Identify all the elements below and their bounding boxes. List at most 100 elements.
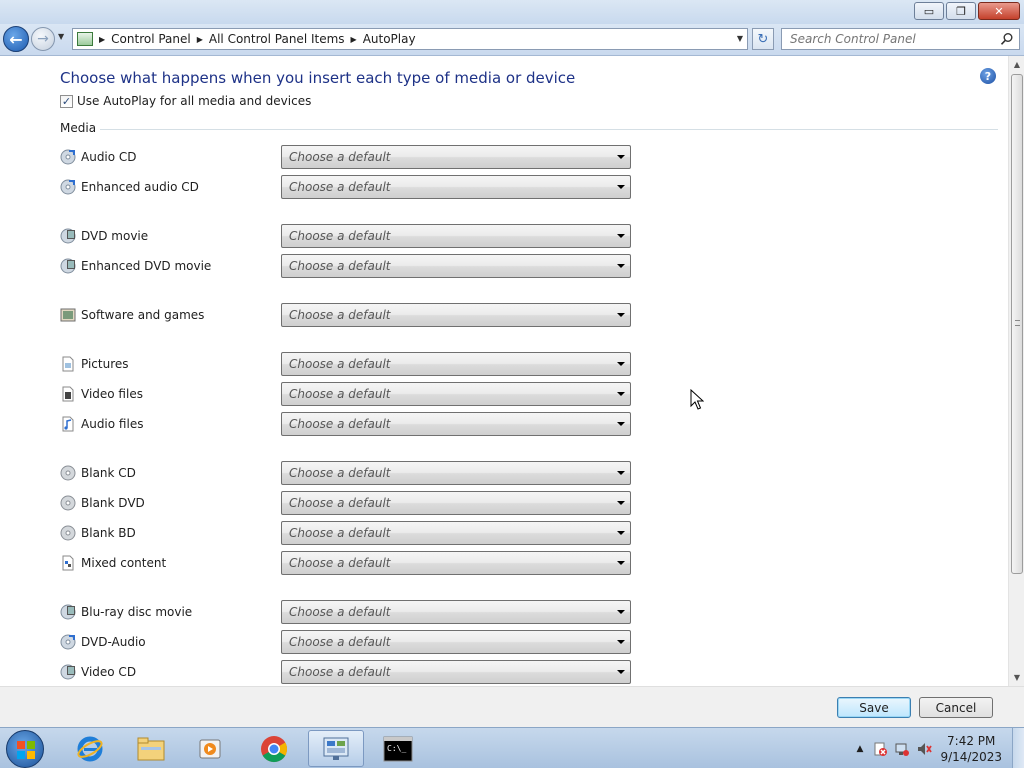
- dvd-audio-icon: [60, 634, 76, 650]
- network-icon[interactable]: [894, 741, 910, 757]
- chevron-right-icon[interactable]: ▶: [197, 35, 203, 44]
- use-autoplay-checkbox[interactable]: ✓: [60, 94, 73, 108]
- media-label: Video files: [81, 387, 143, 401]
- blank-bd-dropdown[interactable]: Choose a default: [281, 521, 631, 545]
- clock[interactable]: 7:42 PM 9/14/2023: [940, 733, 1002, 765]
- media-label: Blank DVD: [81, 496, 145, 510]
- address-dropdown-icon[interactable]: ▼: [737, 34, 743, 43]
- software-games-dropdown[interactable]: Choose a default: [281, 303, 631, 327]
- blank-cd-dropdown[interactable]: Choose a default: [281, 461, 631, 485]
- enhanced-dvd-movie-dropdown[interactable]: Choose a default: [281, 254, 631, 278]
- minimize-button[interactable]: ▭: [914, 2, 944, 20]
- media-label: Audio CD: [81, 150, 137, 164]
- media-label: Blu-ray disc movie: [81, 605, 193, 619]
- video-cd-dropdown[interactable]: Choose a default: [281, 660, 631, 684]
- pictures-dropdown[interactable]: Choose a default: [281, 352, 631, 376]
- mixed-content-icon: [60, 555, 76, 571]
- blank-dvd-dropdown[interactable]: Choose a default: [281, 491, 631, 515]
- chevron-right-icon[interactable]: ▶: [351, 35, 357, 44]
- audio-files-dropdown[interactable]: Choose a default: [281, 412, 631, 436]
- recent-pages-button[interactable]: ▼: [58, 32, 64, 41]
- taskbar-internet-explorer[interactable]: [62, 730, 118, 767]
- forward-button[interactable]: →: [31, 27, 55, 51]
- media-player-icon: [199, 739, 221, 758]
- group-divider: [100, 129, 998, 130]
- media-row-enhanced-dvd-movie: Enhanced DVD movie: [60, 254, 281, 278]
- file-explorer-icon: [137, 737, 165, 760]
- breadcrumb-autoplay[interactable]: AutoPlay: [363, 32, 416, 46]
- chevron-down-icon: [617, 561, 625, 565]
- back-button[interactable]: ←: [3, 26, 29, 52]
- refresh-button[interactable]: ↻: [752, 28, 774, 50]
- dialog-footer: Save Cancel: [0, 686, 1024, 727]
- bluray-movie-icon: [60, 604, 76, 620]
- breadcrumb-control-panel[interactable]: Control Panel: [111, 32, 191, 46]
- use-autoplay-label: Use AutoPlay for all media and devices: [77, 94, 312, 108]
- internet-explorer-icon: [77, 736, 103, 761]
- dvd-audio-dropdown[interactable]: Choose a default: [281, 630, 631, 654]
- video-files-dropdown[interactable]: Choose a default: [281, 382, 631, 406]
- command-prompt-icon: C:\_: [383, 736, 413, 761]
- search-box[interactable]: [781, 28, 1020, 50]
- dropdown-value: Choose a default: [289, 605, 391, 619]
- media-label: Enhanced audio CD: [81, 180, 199, 194]
- audio-cd-dropdown[interactable]: Choose a default: [281, 145, 631, 169]
- breadcrumb-all-items[interactable]: All Control Panel Items: [209, 32, 345, 46]
- media-row-pictures: Pictures: [60, 352, 281, 376]
- cancel-button[interactable]: Cancel: [919, 697, 993, 718]
- dropdown-value: Choose a default: [289, 180, 391, 194]
- media-row-video-cd: Video CD: [60, 660, 281, 684]
- scroll-up-icon[interactable]: ▲: [1009, 56, 1024, 73]
- scrollbar-thumb[interactable]: [1011, 74, 1023, 574]
- media-row-blank-cd: Blank CD: [60, 461, 281, 485]
- close-button[interactable]: ✕: [978, 2, 1020, 20]
- media-row-dvd-movie: DVD movie: [60, 224, 281, 248]
- media-row-software-games: Software and games: [60, 303, 281, 327]
- help-icon[interactable]: ?: [980, 68, 996, 84]
- action-center-icon[interactable]: [872, 741, 888, 757]
- scroll-down-icon[interactable]: ▼: [1009, 669, 1024, 686]
- enhanced-audio-cd-dropdown[interactable]: Choose a default: [281, 175, 631, 199]
- search-input[interactable]: [782, 32, 992, 46]
- use-autoplay-option[interactable]: ✓ Use AutoPlay for all media and devices: [60, 94, 311, 108]
- media-row-mixed-content: Mixed content: [60, 551, 281, 575]
- media-label: Video CD: [81, 665, 137, 679]
- dropdown-value: Choose a default: [289, 308, 391, 322]
- media-label: Mixed content: [81, 556, 167, 570]
- blank-bd-icon: [60, 525, 76, 541]
- page-title: Choose what happens when you insert each…: [60, 69, 576, 87]
- restore-button[interactable]: ❐: [946, 2, 976, 20]
- taskbar-chrome[interactable]: [246, 730, 302, 767]
- volume-muted-icon[interactable]: [916, 741, 932, 757]
- pictures-icon: [60, 356, 76, 372]
- mixed-content-dropdown[interactable]: Choose a default: [281, 551, 631, 575]
- dropdown-value: Choose a default: [289, 635, 391, 649]
- chevron-down-icon: [617, 185, 625, 189]
- show-hidden-icons-icon[interactable]: ▲: [852, 741, 868, 757]
- chevron-down-icon: [617, 501, 625, 505]
- audio-cd-icon: [60, 149, 76, 165]
- media-label: DVD movie: [81, 229, 149, 243]
- blank-dvd-icon: [60, 495, 76, 511]
- taskbar-command-prompt[interactable]: C:\_: [370, 730, 426, 767]
- save-button[interactable]: Save: [837, 697, 911, 718]
- taskbar-media-player[interactable]: [182, 730, 238, 767]
- dvd-movie-dropdown[interactable]: Choose a default: [281, 224, 631, 248]
- dropdown-value: Choose a default: [289, 466, 391, 480]
- system-tray: ▲ 7:42 PM 9/14/2023: [844, 728, 1024, 768]
- search-icon[interactable]: [1000, 32, 1014, 46]
- show-desktop-button[interactable]: [1012, 728, 1024, 768]
- vertical-scrollbar[interactable]: ▲ ▼: [1008, 56, 1024, 686]
- chevron-right-icon[interactable]: ▶: [99, 35, 105, 44]
- start-button[interactable]: [6, 730, 44, 768]
- control-panel-icon: [323, 737, 349, 760]
- dropdown-value: Choose a default: [289, 259, 391, 273]
- dropdown-value: Choose a default: [289, 496, 391, 510]
- media-row-audio-cd: Audio CD: [60, 145, 281, 169]
- taskbar-file-explorer[interactable]: [123, 730, 179, 767]
- chevron-down-icon: [617, 264, 625, 268]
- address-bar[interactable]: ▶ Control Panel ▶ All Control Panel Item…: [72, 28, 748, 50]
- chevron-down-icon: [617, 610, 625, 614]
- bluray-movie-dropdown[interactable]: Choose a default: [281, 600, 631, 624]
- taskbar-control-panel[interactable]: [308, 730, 364, 767]
